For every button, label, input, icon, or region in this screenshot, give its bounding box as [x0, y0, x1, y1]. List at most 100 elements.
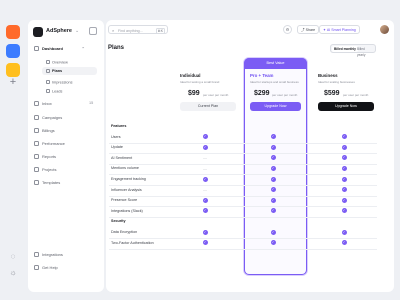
grid-icon [46, 60, 50, 64]
plan-desc-individual: Ideal for testing a small brand [180, 80, 220, 84]
app-name: AdSphere [46, 28, 72, 34]
check-icon: ✓ [202, 197, 208, 203]
row-divider [109, 238, 377, 239]
search-placeholder: Find anything... [118, 28, 143, 33]
add-workspace-icon[interactable]: + [8, 77, 18, 88]
sidebar-item-performance[interactable]: Performance [34, 141, 65, 146]
theme-toggle-icon[interactable]: ☼ [9, 269, 17, 277]
sidebar-subitem-overview[interactable]: Overview [46, 60, 68, 65]
check-icon: ✓ [270, 197, 276, 203]
sidebar-subitem-leads[interactable]: Leads [46, 89, 62, 94]
layers-icon [46, 68, 50, 73]
plan-price-pro-team: $299 [254, 90, 270, 97]
check-icon: ✓ [270, 144, 276, 150]
ai-smart-planning-label: AI Smart Planning [326, 28, 356, 32]
eye-icon [46, 80, 50, 84]
sidebar-subitem-label: Overview [52, 60, 68, 65]
current-plan-button[interactable]: Current Plan [180, 102, 236, 111]
billed-yearly-option[interactable]: Billed yearly [355, 46, 375, 57]
settings-icon[interactable]: ⚙ [283, 25, 292, 34]
row-divider [109, 163, 377, 165]
sidebar-subitem-label: Leads [52, 89, 63, 94]
check-icon: ✓ [202, 229, 208, 235]
sidebar-item-label: Inbox [42, 101, 52, 106]
check-icon: ✓ [270, 229, 276, 235]
dashboard-icon [34, 46, 39, 51]
check-icon: ✓ [270, 240, 276, 246]
sidebar-item-dashboard[interactable]: Dashboard ⌃ [34, 46, 85, 51]
sidebar-item-label: Performance [42, 141, 65, 146]
sidebar-item-label: Reports [42, 154, 57, 159]
upgrade-business-button[interactable]: Upgrade Now [318, 102, 374, 111]
inbox-icon [34, 101, 39, 106]
feature-label: Presence Score [111, 198, 138, 203]
lightbulb-icon[interactable]: ◌ [9, 253, 17, 261]
share-button[interactable]: ⤴ Share [297, 25, 320, 34]
workspace-rail: + ◌ ☼ [0, 0, 28, 300]
plan-name-individual: Individual [180, 73, 201, 78]
sidebar-item-integrations[interactable]: Integrations [34, 252, 63, 257]
billing-period-toggle[interactable]: Billed monthly Billed yearly [330, 44, 376, 57]
sidebar-item-label: Dashboard [42, 46, 63, 51]
row-divider [109, 195, 377, 197]
upgrade-pro-team-button[interactable]: Upgrade Now [250, 102, 301, 111]
chevron-down-icon[interactable]: ⌄ [75, 28, 79, 34]
plan-name-pro-team: Pro + Team [250, 73, 274, 78]
check-icon: ✓ [341, 208, 347, 214]
row-divider [109, 216, 377, 218]
sidebar-item-templates[interactable]: Templates [34, 180, 60, 185]
sidebar-item-label: Get Help [42, 265, 58, 270]
sidebar-item-label: Projects [42, 167, 57, 172]
plug-icon [34, 252, 39, 257]
plan-desc-business: Ideal for scaling businesses [318, 80, 355, 84]
feature-label: Mentions volume [111, 166, 139, 171]
page-title: Plans [108, 45, 125, 51]
share-label: Share [305, 28, 316, 32]
check-icon: ✓ [341, 187, 347, 193]
search-icon: ⌕ [112, 28, 115, 34]
row-divider [109, 142, 377, 144]
check-icon: ✓ [202, 176, 208, 182]
ai-smart-planning-button[interactable]: ✦ AI Smart Planning [319, 25, 360, 34]
check-icon: ✓ [270, 134, 276, 140]
section-heading: Security [111, 219, 126, 224]
sidebar-item-projects[interactable]: Projects [34, 167, 56, 172]
sidebar-subitem-impressions[interactable]: Impressions [46, 80, 72, 85]
sidebar-item-get-help[interactable]: Get Help [34, 265, 58, 270]
workspace-blue[interactable] [6, 44, 20, 58]
plan-price-business: $599 [324, 90, 340, 97]
chevron-up-icon: ⌃ [81, 46, 85, 51]
check-icon: ✓ [341, 176, 347, 182]
sidebar-collapse-icon[interactable] [89, 27, 97, 35]
row-divider [109, 185, 377, 186]
check-icon: ✓ [341, 240, 347, 246]
section-heading: Features [111, 124, 127, 128]
sidebar-item-label: Billings [42, 128, 55, 133]
plan-period-individual: per user per month [203, 93, 229, 97]
plan-period-pro-team: per user per month [272, 93, 298, 97]
check-icon: ✓ [270, 165, 276, 171]
sidebar-subitem-plans[interactable]: Plans [42, 67, 97, 75]
feature-label: Update [111, 145, 123, 150]
sidebar-item-label: Templates [42, 180, 61, 185]
sidebar-item-reports[interactable]: Reports [34, 154, 56, 159]
plan-period-business: per user per month [343, 93, 369, 97]
workspace-orange[interactable] [6, 25, 20, 39]
avatar[interactable] [380, 25, 389, 34]
plan-desc-pro-team: Ideal for startups and small business [250, 80, 299, 84]
feature-label: Two-Factor Authentication [111, 240, 154, 245]
sidebar-item-campaigns[interactable]: Campaigns [34, 115, 62, 120]
sidebar-item-billings[interactable]: Billings [34, 128, 55, 133]
check-icon: ✓ [202, 144, 208, 150]
check-icon: ✓ [202, 240, 208, 246]
check-icon: ✓ [270, 176, 276, 182]
help-icon [34, 265, 39, 270]
workspace-yellow[interactable] [6, 63, 20, 77]
search-shortcut: ⌘K [155, 27, 165, 34]
sidebar-item-inbox[interactable]: Inbox [34, 101, 52, 106]
best-value-badge: Best Value [244, 58, 307, 69]
dash-icon: — [203, 165, 207, 171]
feature-label: Engagement tracking [111, 177, 146, 181]
search-input[interactable]: ⌕ Find anything... ⌘K [108, 25, 168, 34]
check-icon: ✓ [202, 208, 208, 214]
